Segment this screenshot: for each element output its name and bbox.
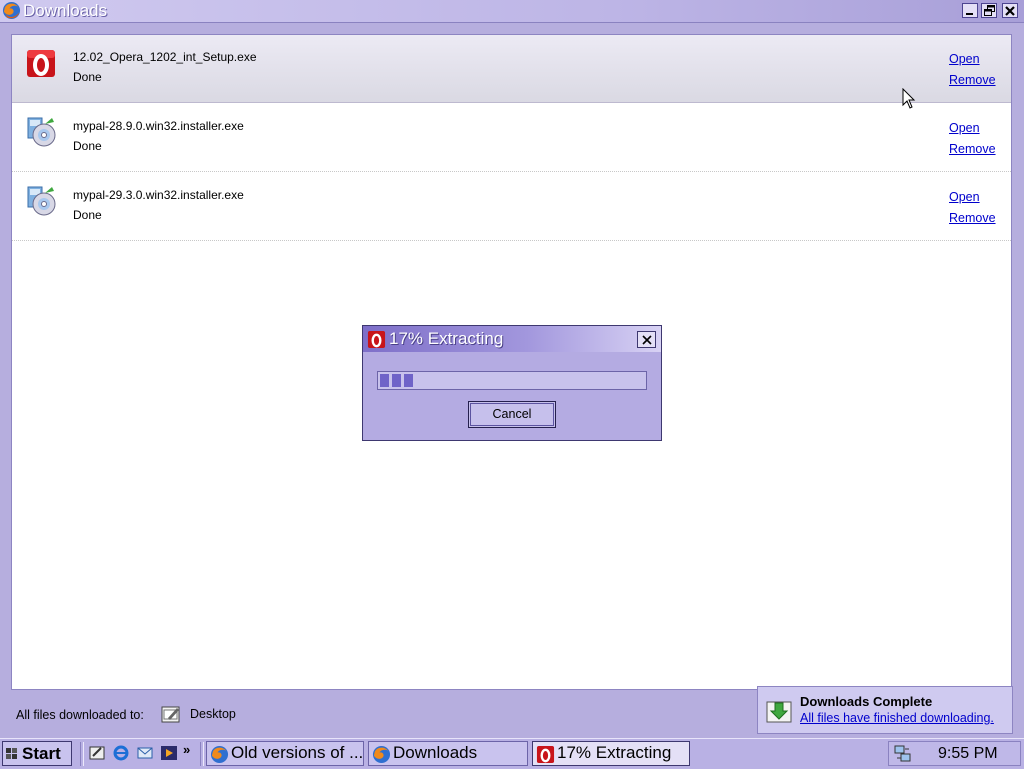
window-titlebar[interactable]: Downloads — [0, 0, 1024, 23]
task-label: Downloads — [393, 743, 478, 762]
download-item[interactable]: 12.02_Opera_1202_int_Setup.exe Done Open… — [12, 35, 1011, 103]
taskbar-task[interactable]: 17% Extracting — [532, 741, 690, 766]
desktop-folder-icon[interactable] — [160, 704, 182, 724]
taskbar-separator — [200, 742, 204, 766]
firefox-icon — [210, 745, 229, 764]
notification-link[interactable]: All files have finished downloading. — [800, 711, 994, 725]
firefox-icon — [372, 745, 391, 764]
download-folder[interactable]: Desktop — [190, 707, 236, 721]
task-label: Old versions of ... — [231, 743, 364, 762]
remove-link[interactable]: Remove — [949, 211, 996, 225]
remove-link[interactable]: Remove — [949, 73, 996, 87]
open-link[interactable]: Open — [949, 52, 980, 66]
taskbar-task[interactable]: Downloads — [368, 741, 528, 766]
dialog-close-button[interactable] — [637, 331, 656, 348]
file-status: Done — [73, 208, 102, 222]
extract-progress-bar — [377, 371, 647, 390]
progress-segment — [404, 374, 413, 387]
file-name: 12.02_Opera_1202_int_Setup.exe — [73, 50, 257, 64]
mouse-cursor-icon — [902, 88, 916, 109]
open-link[interactable]: Open — [949, 190, 980, 204]
dialog-title: 17% Extracting — [389, 329, 504, 348]
file-status: Done — [73, 139, 102, 153]
download-item[interactable]: mypal-28.9.0.win32.installer.exe Done Op… — [12, 104, 1011, 172]
file-status: Done — [73, 70, 102, 84]
extracting-dialog[interactable]: 17% Extracting Cancel — [362, 325, 662, 441]
quicklaunch-more-button[interactable]: » — [183, 742, 190, 757]
file-name: mypal-28.9.0.win32.installer.exe — [73, 119, 244, 133]
taskbar: Start » Old versions of ... Downloads 17… — [0, 738, 1024, 769]
show-desktop-icon[interactable] — [88, 744, 106, 762]
taskbar-task[interactable]: Old versions of ... — [206, 741, 364, 766]
opera-icon — [536, 745, 555, 764]
task-label: 17% Extracting — [557, 743, 672, 762]
minimize-button[interactable] — [962, 3, 978, 18]
opera-icon — [367, 330, 386, 349]
installer-cd-icon — [27, 117, 56, 147]
firefox-icon — [2, 1, 21, 20]
media-player-icon[interactable] — [160, 744, 178, 762]
clock[interactable]: 9:55 PM — [938, 745, 998, 763]
statusbar-label: All files downloaded to: — [16, 708, 144, 722]
cancel-button[interactable]: Cancel — [468, 401, 556, 428]
start-label: Start — [22, 744, 61, 763]
opera-icon — [27, 50, 55, 77]
download-complete-icon — [766, 701, 792, 723]
start-button[interactable]: Start — [2, 741, 72, 766]
remove-link[interactable]: Remove — [949, 142, 996, 156]
restore-icon — [983, 5, 995, 16]
outlook-express-icon[interactable] — [136, 744, 154, 762]
notification-title: Downloads Complete — [800, 694, 933, 709]
close-icon — [1005, 5, 1015, 16]
network-icon[interactable] — [893, 744, 913, 764]
taskbar-separator — [80, 742, 84, 766]
progress-segment — [380, 374, 389, 387]
close-button[interactable] — [1002, 3, 1018, 18]
internet-explorer-icon[interactable] — [112, 744, 130, 762]
restore-button[interactable] — [981, 3, 997, 18]
open-link[interactable]: Open — [949, 121, 980, 135]
file-name: mypal-29.3.0.win32.installer.exe — [73, 188, 244, 202]
minimize-icon — [966, 12, 973, 15]
system-tray: 9:55 PM — [888, 741, 1021, 766]
download-item[interactable]: mypal-29.3.0.win32.installer.exe Done Op… — [12, 173, 1011, 241]
dialog-titlebar[interactable]: 17% Extracting — [363, 326, 661, 352]
progress-segment — [392, 374, 401, 387]
close-icon — [641, 334, 652, 345]
installer-cd-icon — [27, 186, 56, 216]
window-title: Downloads — [23, 1, 108, 20]
windows-logo-icon — [6, 748, 17, 759]
download-complete-notification[interactable]: Downloads Complete All files have finish… — [757, 686, 1013, 734]
